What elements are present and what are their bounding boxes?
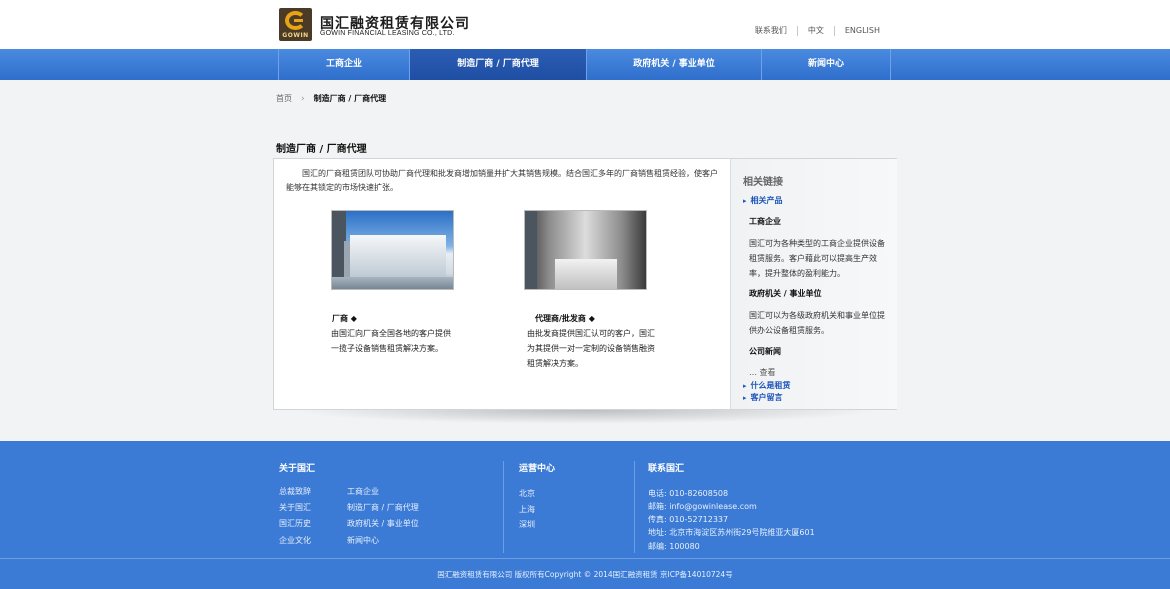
- sidebar-head-business[interactable]: 工商企业: [749, 216, 781, 227]
- site-footer: 关于国汇 总裁致辞 关于国汇 国汇历史 企业文化 工商企业 制造厂商 / 厂商代…: [0, 441, 1170, 589]
- logo-text: GOWIN: [282, 32, 309, 39]
- sidebar-title: 相关链接: [743, 177, 783, 188]
- lang-english-link[interactable]: ENGLISH: [833, 26, 890, 36]
- nav-item-government[interactable]: 政府机关 / 事业单位: [586, 49, 761, 80]
- product-desc-manufacturer: 由国汇向厂商全国各地的客户提供一揽子设备销售租赁解决方案。: [331, 329, 451, 353]
- datacenter-image: [524, 210, 647, 290]
- footer-link-government[interactable]: 政府机关 / 事业单位: [347, 518, 419, 529]
- related-links-sidebar: 相关链接 ▸ 相关产品 工商企业 国汇可为各种类型的工商企业提供设备租赁服务。客户…: [730, 159, 897, 409]
- content-panel: 国汇的厂商租赁团队可协助厂商代理和批发商增加销量并扩大其销售规模。结合国汇多年的…: [273, 158, 897, 410]
- site-header: GOWIN 国汇融资租赁有限公司 GOWIN FINANCIAL LEASING…: [0, 0, 1170, 49]
- footer-divider: [503, 461, 504, 553]
- footer-about-head: 关于国汇: [279, 464, 316, 474]
- footer-ops-beijing[interactable]: 北京: [519, 488, 535, 499]
- factory-image: [331, 210, 454, 290]
- footer-postcode: 邮编: 100080: [648, 542, 700, 551]
- product-title-dealer: 代理商/批发商 ◆: [535, 314, 595, 323]
- what-is-leasing-link[interactable]: ▸ 什么是租赁: [743, 380, 791, 391]
- breadcrumb-current: 制造厂商 / 厂商代理: [313, 94, 387, 103]
- nav-item-business[interactable]: 工商企业: [278, 49, 409, 80]
- main-nav: 工商企业 制造厂商 / 厂商代理 政府机关 / 事业单位 新闻中心: [0, 49, 1170, 80]
- sidebar-head-government[interactable]: 政府机关 / 事业单位: [749, 288, 822, 299]
- chevron-right-icon: ›: [301, 93, 305, 104]
- contact-us-link[interactable]: 联系我们: [745, 26, 797, 36]
- product-title-manufacturer: 厂商 ◆: [332, 314, 357, 323]
- footer-link-manufacturer[interactable]: 制造厂商 / 厂商代理: [347, 502, 419, 513]
- panel-shadow: [290, 410, 880, 424]
- page-title: 制造厂商 / 厂商代理: [276, 144, 367, 155]
- footer-ops-shenzhen[interactable]: 深圳: [519, 519, 535, 530]
- lang-chinese-link[interactable]: 中文: [796, 26, 834, 36]
- triangle-right-icon: ▸: [743, 394, 747, 402]
- footer-divider: [634, 461, 635, 553]
- copyright-text: 国汇融资租赁有限公司 版权所有Copyright © 2014国汇融资租赁 京I…: [437, 570, 733, 579]
- customer-message-link[interactable]: ▸ 客户留言: [743, 392, 783, 403]
- footer-contact-head: 联系国汇: [648, 464, 685, 474]
- footer-phone: 电话: 010-82608508: [648, 489, 729, 498]
- triangle-right-icon: ▸: [743, 382, 747, 390]
- footer-link-about[interactable]: 关于国汇: [279, 502, 311, 513]
- footer-address: 地址: 北京市海淀区苏州街29号院维亚大厦601: [648, 528, 815, 537]
- gowin-logo[interactable]: GOWIN: [279, 8, 312, 41]
- sidebar-head-news[interactable]: 公司新闻: [749, 346, 781, 357]
- breadcrumb: 首页 › 制造厂商 / 厂商代理: [276, 93, 386, 104]
- intro-text: 国汇的厂商租赁团队可协助厂商代理和批发商增加销量并扩大其销售规模。结合国汇多年的…: [286, 169, 718, 192]
- product-desc-dealer: 由批发商提供国汇认可的客户，国汇为其提供一对一定制的设备销售融资租赁解决方案。: [527, 329, 655, 368]
- footer-email[interactable]: 邮箱: info@gowinlease.com: [648, 501, 757, 512]
- sidebar-text-government: 国汇可以为各级政府机关和事业单位提供办公设备租赁服务。: [749, 311, 885, 335]
- footer-ops-head: 运营中心: [519, 464, 556, 474]
- triangle-right-icon: ▸: [743, 197, 747, 205]
- footer-fax: 传真: 010-52712337: [648, 515, 729, 524]
- footer-link-history[interactable]: 国汇历史: [279, 518, 311, 529]
- brand-name-en: GOWIN FINANCIAL LEASING CO., LTD.: [320, 30, 455, 37]
- nav-item-news[interactable]: 新闻中心: [761, 49, 891, 80]
- footer-link-news[interactable]: 新闻中心: [347, 535, 379, 546]
- footer-link-ceo[interactable]: 总裁致辞: [279, 486, 311, 497]
- breadcrumb-home[interactable]: 首页: [276, 93, 292, 104]
- footer-separator: [0, 558, 1170, 559]
- nav-item-manufacturer[interactable]: 制造厂商 / 厂商代理: [409, 49, 586, 80]
- footer-ops-shanghai[interactable]: 上海: [519, 504, 535, 515]
- sidebar-text-business: 国汇可为各种类型的工商企业提供设备租赁服务。客户藉此可以提高生产效率，提升整体的…: [749, 239, 885, 278]
- view-more-link[interactable]: … 查看: [749, 367, 776, 378]
- footer-link-culture[interactable]: 企业文化: [279, 535, 311, 546]
- top-links: 联系我们 中文 ENGLISH: [745, 26, 890, 36]
- footer-link-business[interactable]: 工商企业: [347, 486, 379, 497]
- related-products-link[interactable]: ▸ 相关产品: [743, 195, 783, 206]
